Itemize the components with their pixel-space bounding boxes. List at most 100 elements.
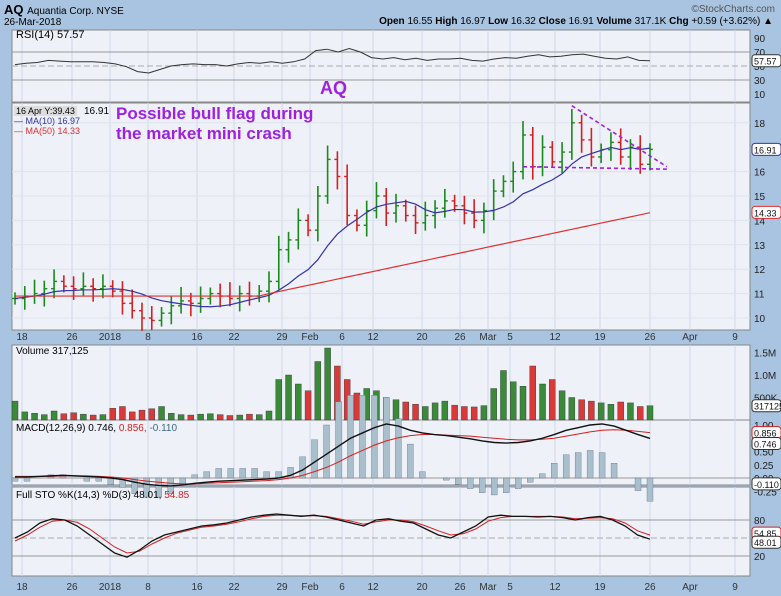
rsi-tick: 10 [754, 90, 766, 101]
sto-tick: 80 [754, 516, 766, 527]
ma50-tag: 14.33 [754, 208, 777, 218]
volume-bar [31, 413, 38, 421]
x-tick-label: 26 [66, 332, 78, 343]
macd-histogram-bar [491, 477, 498, 496]
macd-legend: MACD(12,26,9) 0.746, 0.856, -0.110 [16, 423, 178, 434]
volume-bar [461, 406, 468, 421]
volume-tag: 317125 [754, 402, 781, 412]
rsi-tick: 30 [754, 76, 766, 87]
chart-canvas[interactable]: 181826262018201888161622222929FebFeb6612… [0, 0, 781, 596]
volume-bar [89, 414, 97, 421]
volume-bar [119, 406, 126, 421]
volume-bar [578, 399, 585, 421]
volume-bar [148, 408, 155, 421]
macd-histogram-bar [455, 477, 462, 485]
macd-histogram-bar [515, 477, 522, 489]
x-tick-label: 12 [367, 332, 379, 343]
x-tick-label: 26 [454, 582, 466, 593]
macd-histogram-bar [407, 443, 414, 479]
volume-bar [129, 411, 136, 421]
volume-bar [451, 404, 458, 421]
volume-bar [60, 413, 68, 421]
x-tick-label: 6 [339, 582, 345, 593]
price-tick: 11 [754, 290, 765, 301]
x-tick-label: 26 [644, 582, 656, 593]
ma50-legend: — MA(50) 14.33 [14, 126, 81, 136]
macd-histogram-bar [562, 454, 570, 479]
x-tick-label: 12 [549, 332, 561, 343]
volume-bar [295, 383, 302, 421]
x-tick-label: 12 [549, 582, 561, 593]
macd-histogram-bar [479, 477, 486, 493]
macd-histogram-bar [371, 395, 378, 479]
macd-histogram-bar [419, 471, 426, 479]
macd-histogram-bar [527, 477, 534, 483]
macd-histogram-bar [215, 468, 222, 479]
note-annotation: Possible bull flag during the market mini… [116, 104, 314, 143]
volume-bar [109, 408, 116, 421]
volume-tick: 1.5M [754, 349, 776, 360]
macd-histogram-bar [574, 452, 582, 479]
volume-bar [412, 404, 419, 421]
macd-histogram-bar [251, 468, 258, 479]
volume-bar [216, 414, 224, 421]
volume-bar [646, 405, 654, 421]
x-tick-label: 29 [276, 332, 288, 343]
x-tick-label: 6 [339, 332, 345, 343]
volume-bar [285, 374, 292, 421]
volume-bar [480, 405, 488, 421]
sto-tick: 20 [754, 552, 766, 563]
x-tick-label: 20 [416, 582, 428, 593]
price-tick: 12 [754, 265, 766, 276]
macd-histogram-bar [646, 477, 654, 502]
x-tick-label: 19 [594, 332, 606, 343]
rsi-tick: 90 [754, 34, 766, 45]
macd-histogram-bar [539, 473, 546, 479]
volume-bar [275, 379, 282, 421]
x-tick-label: 19 [594, 582, 606, 593]
volume-bar [11, 400, 19, 421]
ma10-legend: — MA(10) 16.97 [14, 116, 81, 126]
volume-bar [519, 386, 527, 421]
price-tick: 16 [754, 168, 766, 179]
volume-bar [324, 347, 331, 421]
volume-bar [588, 400, 595, 421]
macd-tick: 0.25 [754, 461, 774, 472]
x-tick-label: Mar [479, 582, 497, 593]
rsi-legend: RSI(14) 57.57 [16, 29, 85, 41]
volume-bar [490, 388, 497, 421]
macd-histogram-bar [586, 450, 594, 479]
volume-bar [207, 413, 214, 421]
volume-bar [158, 406, 165, 421]
price-tick: 10 [754, 314, 766, 325]
macd-histogram-bar [95, 477, 103, 482]
price-tick: 15 [754, 192, 766, 203]
macd-histogram-bar [227, 468, 234, 479]
volume-legend: Volume 317,125 [16, 346, 89, 357]
x-tick-label: 8 [145, 332, 151, 343]
volume-bar [304, 390, 312, 421]
macd-histogram-bar [443, 477, 450, 481]
x-tick-label: 18 [16, 332, 28, 343]
x-tick-label: Mar [479, 332, 497, 343]
volume-bar [177, 414, 185, 421]
macd-histogram-bar [23, 477, 31, 482]
volume-bar [353, 392, 361, 421]
volume-bar [441, 400, 449, 421]
volume-bar [187, 414, 195, 421]
sto-legend: Full STO %K(14,3) %D(3) 48.01, 54.85 [16, 490, 190, 501]
macd-histogram-bar [11, 477, 19, 482]
sto-k-tag: 48.01 [754, 538, 777, 548]
volume-bar [168, 413, 175, 421]
volume-bar [246, 413, 253, 421]
x-tick-label: 16 [191, 332, 203, 343]
x-tick-label: 20 [416, 332, 428, 343]
volume-bar [21, 411, 28, 421]
volume-bar [99, 414, 107, 421]
macd-histogram-bar [323, 424, 330, 479]
macd-histogram-bar [191, 474, 198, 479]
x-tick-label: Feb [301, 582, 319, 593]
x-tick-label: 9 [732, 332, 738, 343]
x-tick-label: 9 [732, 582, 738, 593]
x-tick-label: 22 [228, 332, 240, 343]
